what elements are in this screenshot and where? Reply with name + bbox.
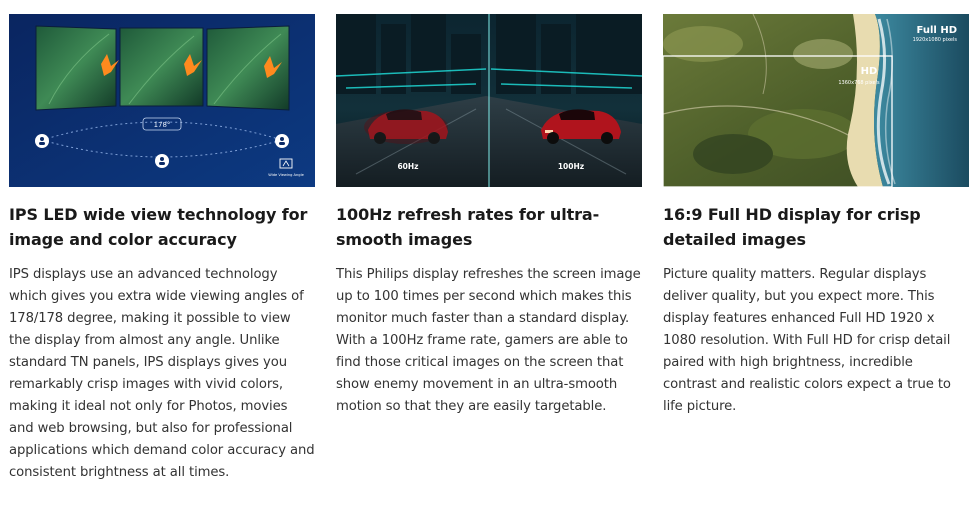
label-100hz: 100Hz [558,162,584,171]
ips-wide-view-image: 178° Wide Viewing Angle [9,14,315,187]
feature-card-fullhd: HD 1360x768 pixels Full HD 1920x1080 pix… [663,14,969,414]
hd-resolution-label: 1360x768 pixels [838,80,880,86]
feature-card-ips: 178° Wide Viewing Angle IPS LED wide vie… [9,14,315,480]
viewer-left-icon [35,134,49,148]
wide-viewing-angle-label: Wide Viewing Angle [268,173,304,177]
label-60hz: 60Hz [397,162,418,171]
feature-body-refresh: This Philips display refreshes the scree… [336,267,641,414]
full-hd-image: HD 1360x768 pixels Full HD 1920x1080 pix… [663,14,969,187]
feature-title-refresh: 100Hz refresh rates for ultra-smooth ima… [336,205,600,249]
feature-card-refresh: 60Hz 100Hz 100Hz refresh rates for ultra… [336,14,642,414]
hd-label: HD [861,66,878,77]
full-hd-resolution-label: 1920x1080 pixels [913,37,958,43]
feature-title-ips: IPS LED wide view technology for image a… [9,205,308,249]
full-hd-label: Full HD [917,25,957,36]
refresh-rate-image: 60Hz 100Hz [336,14,642,187]
feature-body-fullhd: Picture quality matters. Regular display… [663,267,951,414]
feature-row: 178° Wide Viewing Angle IPS LED wide vie… [0,0,980,523]
viewer-center-icon [155,154,169,168]
feature-body-ips: IPS displays use an advanced technology … [9,267,315,480]
angle-label: 178° [154,121,171,129]
viewer-right-icon [275,134,289,148]
feature-title-fullhd: 16:9 Full HD display for crisp detailed … [663,205,921,249]
